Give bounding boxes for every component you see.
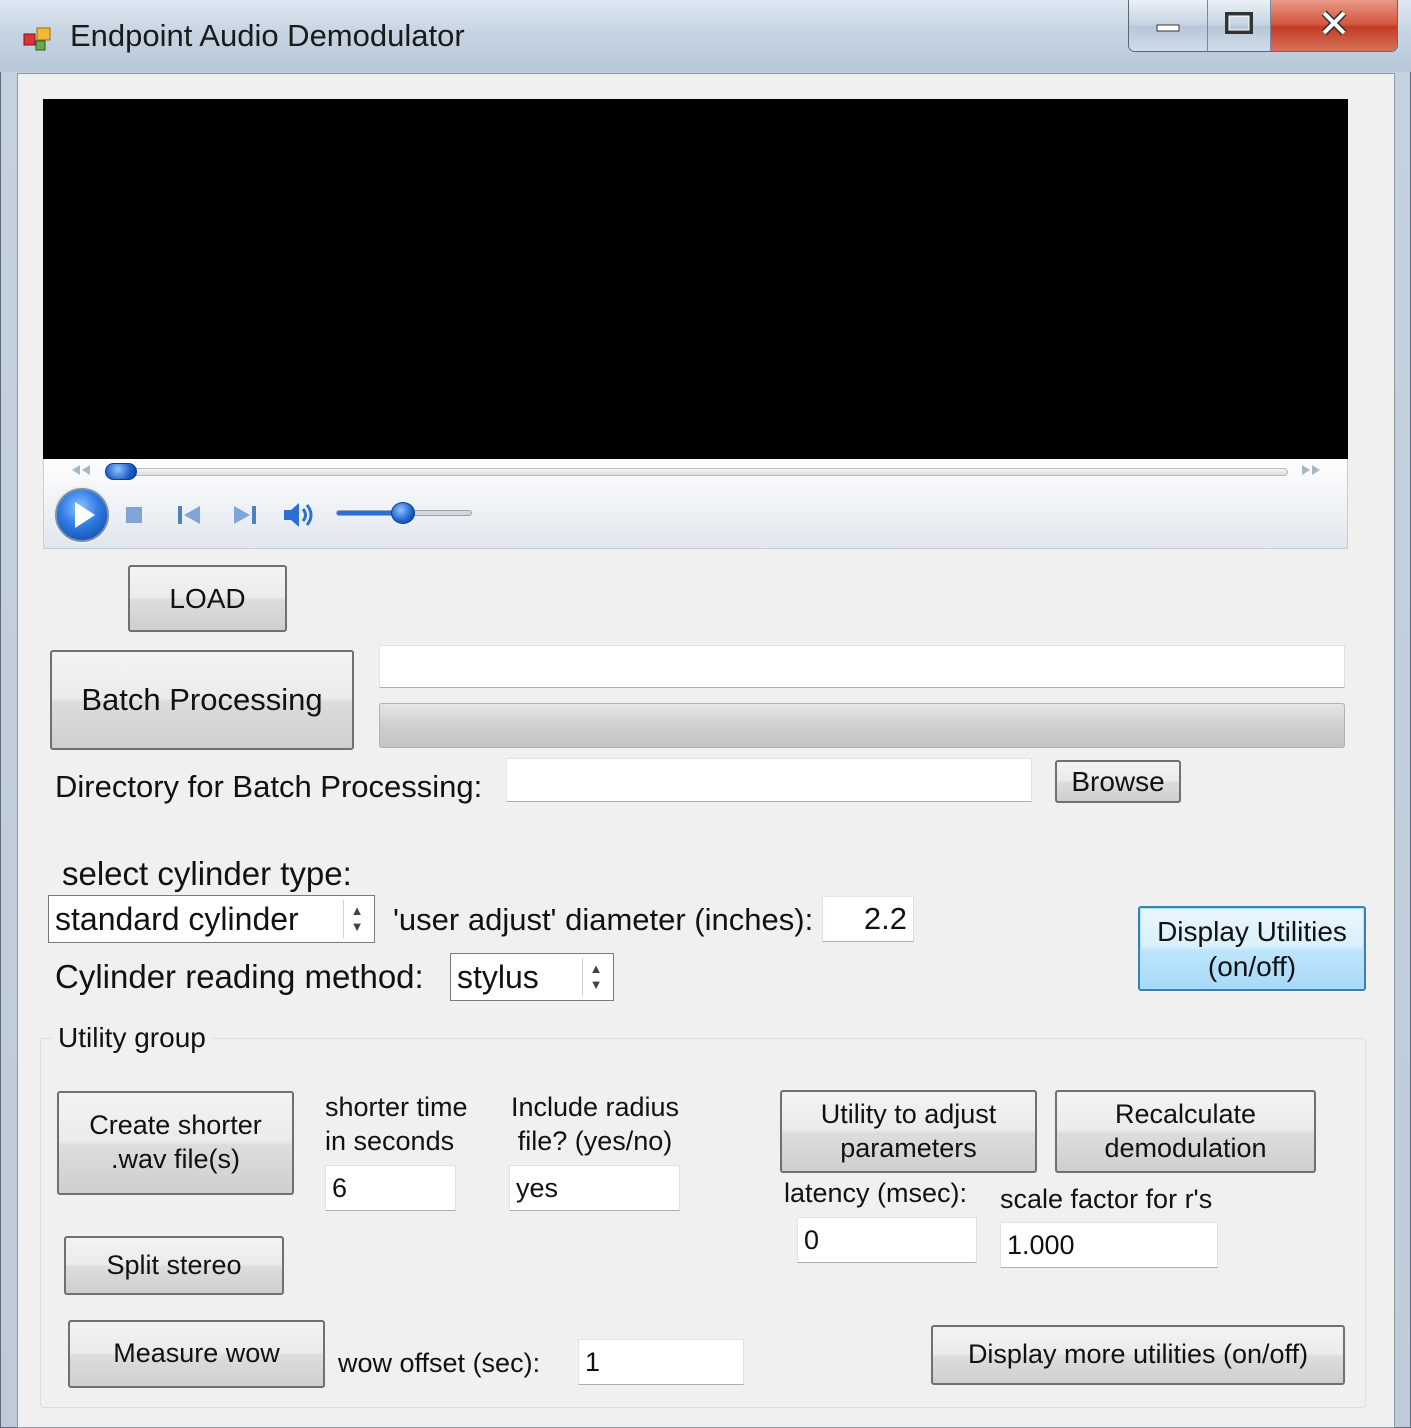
- window-controls: [1128, 0, 1398, 52]
- include-radius-label: Include radius file? (yes/no): [508, 1090, 682, 1158]
- scale-factor-input[interactable]: 1.000: [1000, 1222, 1218, 1268]
- load-button[interactable]: LOAD: [128, 565, 287, 632]
- shorter-time-label-line1: shorter time: [325, 1092, 468, 1122]
- volume-thumb[interactable]: [391, 502, 415, 524]
- next-icon: [234, 506, 256, 524]
- fast-forward-icon[interactable]: [1300, 463, 1322, 482]
- batch-progress-bar: [379, 703, 1345, 748]
- seek-bar[interactable]: [108, 468, 1288, 476]
- shorter-time-input[interactable]: 6: [325, 1165, 456, 1211]
- maximize-button[interactable]: [1208, 0, 1271, 51]
- scale-factor-label: scale factor for r's: [1000, 1184, 1213, 1214]
- spinner-arrows-icon[interactable]: ▲ ▼: [343, 900, 370, 938]
- cylinder-type-value: standard cylinder: [55, 900, 299, 937]
- stop-button[interactable]: [124, 505, 144, 530]
- wow-offset-input[interactable]: 1: [578, 1339, 744, 1385]
- window-title: Endpoint Audio Demodulator: [70, 18, 465, 53]
- close-icon: [1317, 9, 1351, 42]
- shorter-time-label: shorter time in seconds: [325, 1090, 468, 1158]
- latency-input[interactable]: 0: [797, 1217, 977, 1263]
- include-radius-input[interactable]: yes: [509, 1165, 680, 1211]
- utility-group-caption: Utility group: [52, 1022, 212, 1054]
- maximize-icon: [1222, 10, 1256, 41]
- create-shorter-wav-button[interactable]: Create shorter .wav file(s): [57, 1091, 294, 1195]
- include-radius-label-line1: Include radius: [510, 1092, 680, 1122]
- shorter-time-label-line2: in seconds: [325, 1126, 455, 1156]
- display-utilities-line2: (on/off): [1207, 950, 1297, 982]
- recalculate-demodulation-button[interactable]: Recalculate demodulation: [1055, 1090, 1316, 1173]
- adjust-parameters-line1: Utility to adjust: [820, 1098, 997, 1129]
- adjust-parameters-button[interactable]: Utility to adjust parameters: [780, 1090, 1037, 1173]
- play-button[interactable]: [55, 488, 109, 542]
- batch-directory-label: Directory for Batch Processing:: [55, 769, 483, 804]
- mute-button[interactable]: [282, 500, 318, 535]
- minimize-button[interactable]: [1129, 0, 1208, 51]
- create-shorter-line2: .wav file(s): [110, 1144, 240, 1174]
- minimize-icon: [1153, 13, 1183, 38]
- diameter-input[interactable]: 2.2: [822, 896, 914, 942]
- display-utilities-line1: Display Utilities: [1157, 915, 1347, 947]
- rewind-icon[interactable]: [70, 463, 92, 482]
- batch-status-field[interactable]: [379, 645, 1345, 688]
- diameter-label: 'user adjust' diameter (inches):: [393, 902, 814, 937]
- browse-button[interactable]: Browse: [1055, 760, 1181, 803]
- reading-method-value: stylus: [457, 958, 539, 995]
- stop-icon: [126, 507, 142, 523]
- video-display[interactable]: [43, 99, 1348, 459]
- reading-method-spinner[interactable]: stylus ▲ ▼: [450, 953, 614, 1001]
- recalculate-line2: demodulation: [1104, 1132, 1267, 1163]
- create-shorter-line1: Create shorter: [89, 1110, 262, 1141]
- display-more-utilities-button[interactable]: Display more utilities (on/off): [931, 1325, 1345, 1385]
- latency-label: latency (msec):: [784, 1178, 968, 1208]
- wow-offset-label: wow offset (sec):: [338, 1348, 541, 1378]
- adjust-parameters-line2: parameters: [840, 1132, 977, 1163]
- measure-wow-button[interactable]: Measure wow: [68, 1320, 325, 1388]
- close-button[interactable]: [1271, 0, 1397, 51]
- seek-thumb[interactable]: [105, 463, 137, 480]
- previous-button[interactable]: [176, 503, 204, 532]
- cylinder-type-spinner[interactable]: standard cylinder ▲ ▼: [48, 895, 375, 943]
- batch-processing-button[interactable]: Batch Processing: [50, 650, 354, 750]
- spinner-arrows-icon[interactable]: ▲ ▼: [582, 958, 609, 996]
- next-button[interactable]: [230, 503, 258, 532]
- cylinder-type-label: select cylinder type:: [62, 855, 352, 892]
- previous-icon: [178, 506, 200, 524]
- include-radius-label-line2: file? (yes/no): [517, 1126, 673, 1156]
- play-icon: [75, 502, 95, 528]
- split-stereo-button[interactable]: Split stereo: [64, 1236, 284, 1295]
- app-icon: [22, 24, 56, 54]
- display-utilities-button[interactable]: Display Utilities (on/off): [1138, 906, 1366, 991]
- reading-method-label: Cylinder reading method:: [55, 958, 424, 995]
- recalculate-line1: Recalculate: [1114, 1098, 1257, 1129]
- volume-icon: [284, 503, 313, 527]
- batch-directory-input[interactable]: [506, 758, 1032, 802]
